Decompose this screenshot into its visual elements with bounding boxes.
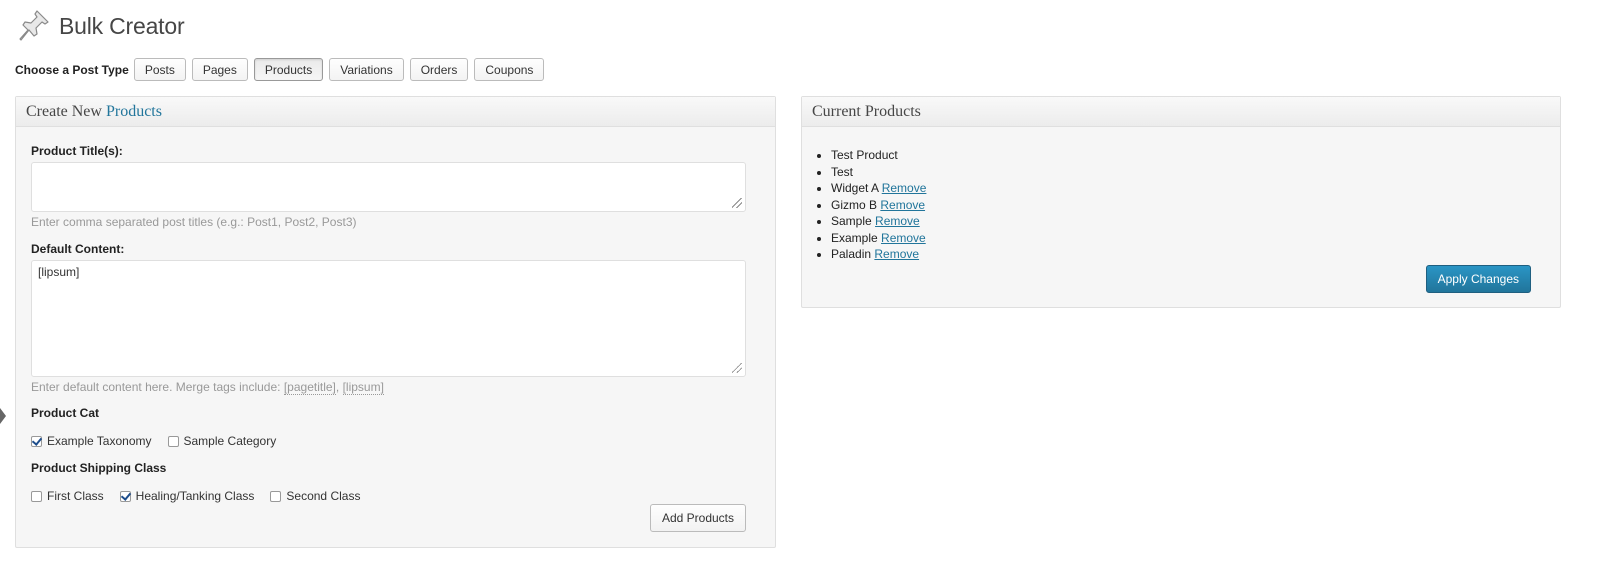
- product-name: Example: [831, 230, 878, 245]
- merge-tag-pagetitle: [pagetitle]: [283, 380, 336, 395]
- post-type-coupons-button[interactable]: Coupons: [474, 58, 545, 81]
- add-products-button[interactable]: Add Products: [649, 504, 746, 532]
- post-type-posts-button[interactable]: Posts: [133, 58, 186, 81]
- default-content-value: [lipsum]: [38, 265, 80, 279]
- product-name: Sample: [831, 214, 872, 228]
- checkbox-label: Example Taxonomy: [47, 434, 152, 448]
- post-type-variations-button[interactable]: Variations: [329, 58, 404, 81]
- remove-link[interactable]: Remove: [882, 181, 927, 195]
- product-name: Paladin: [831, 247, 872, 261]
- shipping-class-option[interactable]: Second Class: [270, 489, 360, 503]
- current-panel-heading: Current Products: [802, 97, 1560, 127]
- remove-link[interactable]: Remove: [874, 247, 919, 261]
- post-type-chooser: Choose a Post Type Posts Pages Products …: [15, 58, 550, 81]
- list-item: Widget A Remove: [831, 180, 926, 197]
- list-item: Test: [831, 164, 926, 181]
- product-cat-option[interactable]: Example Taxonomy: [31, 434, 152, 448]
- default-content-textarea[interactable]: [lipsum]: [31, 260, 746, 377]
- create-products-panel: Create New Products Product Title(s): En…: [15, 96, 776, 548]
- default-content-hint-text: Enter default content here. Merge tags i…: [31, 380, 281, 394]
- default-content-label: Default Content:: [31, 242, 125, 256]
- list-item: Sample Remove: [831, 213, 926, 230]
- post-type-label: Choose a Post Type: [15, 62, 129, 77]
- list-item: Example Remove: [831, 230, 926, 247]
- checkbox-label: Healing/Tanking Class: [135, 489, 255, 503]
- product-name: Test Product: [831, 148, 898, 162]
- pushpin-icon: [19, 10, 49, 41]
- checkbox-label: Second Class: [286, 489, 361, 503]
- product-name: Test: [831, 164, 854, 179]
- checkbox-unchecked[interactable]: [167, 435, 179, 447]
- post-type-orders-button[interactable]: Orders: [409, 58, 469, 81]
- product-titles-label: Product Title(s):: [31, 144, 123, 158]
- page-header: Bulk Creator: [18, 8, 185, 44]
- product-titles-hint: Enter comma separated post titles (e.g.:…: [31, 215, 357, 229]
- checkbox-unchecked[interactable]: [270, 490, 282, 502]
- product-cat-options: Example Taxonomy Sample Category: [31, 434, 292, 448]
- product-cat-label: Product Cat: [31, 406, 100, 420]
- remove-link[interactable]: Remove: [880, 198, 925, 212]
- current-products-panel: Current Products Test Product Test Widge…: [801, 96, 1561, 308]
- shipping-class-option[interactable]: First Class: [31, 489, 104, 503]
- list-item: Gizmo B Remove: [831, 197, 926, 214]
- collapse-arrow-icon[interactable]: [0, 408, 6, 424]
- list-item: Paladin Remove: [831, 246, 926, 263]
- default-content-hint: Enter default content here. Merge tags i…: [31, 380, 384, 395]
- resize-grip-icon[interactable]: [732, 363, 742, 373]
- product-titles-textarea[interactable]: [31, 162, 746, 212]
- checkbox-checked[interactable]: [31, 435, 42, 447]
- remove-link[interactable]: Remove: [881, 231, 926, 245]
- post-type-products-button[interactable]: Products: [253, 58, 324, 81]
- merge-tag-lipsum: [lipsum]: [342, 380, 384, 395]
- create-panel-heading: Create New Products: [16, 97, 775, 127]
- apply-changes-button[interactable]: Apply Changes: [1425, 265, 1531, 293]
- create-heading-prefix: Create New: [26, 103, 102, 120]
- checkbox-checked[interactable]: [119, 490, 131, 502]
- remove-link[interactable]: Remove: [875, 214, 920, 228]
- shipping-class-option[interactable]: Healing/Tanking Class: [119, 489, 255, 503]
- create-heading-type: Products: [105, 103, 162, 120]
- checkbox-label: First Class: [47, 489, 104, 503]
- checkbox-unchecked[interactable]: [31, 490, 42, 502]
- product-cat-option[interactable]: Sample Category: [167, 434, 277, 448]
- post-type-pages-button[interactable]: Pages: [191, 58, 248, 81]
- current-products-list: Test Product Test Widget A Remove Gizmo …: [817, 147, 926, 263]
- resize-grip-icon[interactable]: [732, 198, 742, 208]
- product-name: Gizmo B: [831, 197, 878, 212]
- shipping-class-options: First Class Healing/Tanking Class Second…: [31, 489, 376, 503]
- page-title: Bulk Creator: [59, 12, 185, 39]
- list-item: Test Product: [831, 147, 926, 164]
- product-name: Widget A: [831, 181, 879, 195]
- checkbox-label: Sample Category: [183, 434, 277, 448]
- shipping-class-label: Product Shipping Class: [31, 461, 167, 475]
